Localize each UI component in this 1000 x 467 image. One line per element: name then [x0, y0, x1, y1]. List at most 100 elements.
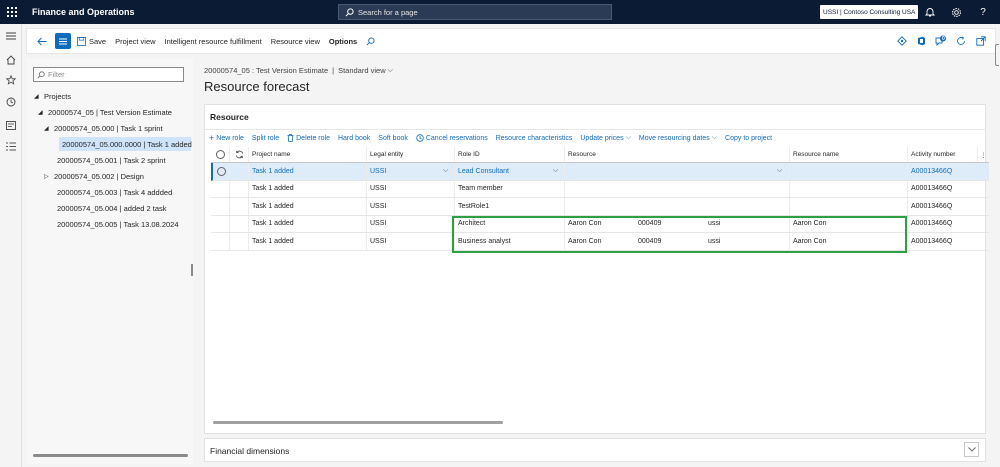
column-header-role-id[interactable]: Role ID: [454, 147, 564, 162]
cell-project-name[interactable]: Task 1 added: [248, 163, 366, 180]
project-view-tab[interactable]: Project view: [115, 37, 155, 46]
clock-icon[interactable]: [3, 94, 19, 110]
tree-node-05-002[interactable]: ▷ 20000574_05.002 | Design: [44, 169, 144, 183]
cell-role-id[interactable]: Team member: [454, 180, 564, 197]
select-all-radio[interactable]: [211, 147, 229, 162]
app-launcher-icon[interactable]: [0, 0, 24, 24]
column-header-resource[interactable]: Resource: [564, 147, 789, 162]
resource-view-tab[interactable]: Resource view: [271, 37, 320, 46]
side-panel-tab[interactable]: [995, 44, 999, 66]
cell-role-id[interactable]: Lead Consultant ⌵: [454, 163, 564, 180]
delete-role-button[interactable]: Delete role: [287, 134, 330, 142]
chevron-down-icon[interactable]: [964, 442, 979, 457]
cell-activity-number[interactable]: A00013466Q: [907, 198, 989, 215]
expanded-arrow-icon[interactable]: ◢: [34, 93, 44, 100]
tree-horizontal-scrollbar[interactable]: [33, 454, 188, 457]
cell-legal-entity[interactable]: USSI: [366, 233, 454, 250]
new-role-button[interactable]: + New role: [209, 133, 244, 143]
row-select-cell[interactable]: [211, 216, 229, 233]
view-selector[interactable]: Standard view ⌵: [338, 66, 393, 75]
tree-node-projects[interactable]: ◢ Projects: [34, 89, 71, 103]
help-icon[interactable]: ?: [975, 4, 991, 20]
split-role-button[interactable]: Split role: [252, 135, 279, 142]
tree-node-05-000-0000[interactable]: 20000574_05.000.0000 | Task 1 added: [59, 137, 192, 151]
grid-refresh-icon[interactable]: [229, 147, 248, 162]
modules-list-icon[interactable]: [3, 138, 19, 154]
collapsed-arrow-icon[interactable]: ▷: [44, 173, 54, 180]
expanded-arrow-icon[interactable]: ◢: [38, 109, 48, 116]
bell-icon[interactable]: [922, 4, 938, 20]
office-icon[interactable]: [913, 33, 929, 49]
options-tab[interactable]: Options: [329, 37, 357, 46]
grid-horizontal-scrollbar[interactable]: [213, 421, 503, 424]
diamond-icon[interactable]: [894, 33, 910, 49]
cell-project-name[interactable]: Task 1 added: [248, 180, 366, 197]
chevron-down-icon[interactable]: ⌵: [553, 167, 558, 175]
star-icon[interactable]: [3, 72, 19, 88]
cell-activity-number[interactable]: A00013466Q: [907, 215, 989, 232]
tree-node-20000574-05[interactable]: ◢ 20000574_05 | Test Version Estimate: [34, 105, 172, 119]
home-icon[interactable]: [3, 52, 19, 68]
table-row[interactable]: Task 1 added USSI Team member A00013466Q: [211, 180, 989, 198]
hard-book-button[interactable]: Hard book: [338, 135, 370, 142]
tree-node-05-005[interactable]: 20000574_05.005 | Task 13.08.2024: [57, 217, 179, 231]
tree-node-05-000[interactable]: ◢ 20000574_05.000 | Task 1 sprint: [44, 121, 163, 135]
save-button[interactable]: Save: [77, 37, 106, 46]
move-resourcing-dates-dropdown[interactable]: Move resourcing dates ⌵: [639, 134, 717, 142]
message-badge-icon[interactable]: 0: [933, 33, 949, 49]
column-header-resource-name[interactable]: Resource name: [789, 147, 907, 162]
filter-input[interactable]: Filter: [33, 67, 184, 82]
company-picker[interactable]: USSI | Contoso Consulting USA: [820, 5, 919, 19]
cell-resource[interactable]: ⌵: [564, 163, 789, 180]
row-select-cell[interactable]: [211, 181, 229, 198]
action-search-icon[interactable]: [366, 36, 375, 46]
cell-project-name[interactable]: Task 1 added: [248, 198, 366, 215]
search-box[interactable]: Search for a page: [338, 4, 612, 20]
copy-to-project-button[interactable]: Copy to project: [725, 135, 772, 142]
table-row[interactable]: Task 1 added USSI TestRole1 A00013466Q: [211, 198, 989, 216]
row-select-cell[interactable]: [211, 233, 229, 250]
cell-legal-entity[interactable]: USSI: [366, 215, 454, 232]
cell-legal-entity[interactable]: USSI: [366, 198, 454, 215]
column-options-icon[interactable]: ⋮: [977, 147, 989, 162]
cell-role-id[interactable]: TestRole1: [454, 198, 564, 215]
column-header-project-name[interactable]: Project name: [248, 147, 366, 162]
cell-resource[interactable]: [564, 180, 789, 197]
column-header-activity-number[interactable]: Activity number: [907, 147, 977, 162]
open-new-window-icon[interactable]: [973, 33, 989, 49]
workspace-icon[interactable]: [3, 117, 19, 133]
back-arrow-icon[interactable]: [33, 32, 51, 50]
cell-legal-entity[interactable]: USSI ⌵: [366, 163, 454, 180]
cell-activity-number[interactable]: A00013466Q: [907, 163, 989, 180]
expanded-arrow-icon[interactable]: ◢: [44, 125, 54, 132]
tree-node-05-004[interactable]: 20000574_05.004 | added 2 task: [57, 201, 167, 215]
cancel-reservations-button[interactable]: Cancel reservations: [416, 134, 488, 142]
cell-legal-entity[interactable]: USSI: [366, 180, 454, 197]
tree-node-05-001[interactable]: 20000574_05.001 | Task 2 sprint: [57, 153, 166, 167]
cell-resource[interactable]: [564, 198, 789, 215]
soft-book-button[interactable]: Soft book: [378, 135, 408, 142]
table-row[interactable]: Task 1 added USSI ⌵ Lead Consultant ⌵ ⌵ …: [211, 163, 989, 181]
hamburger-icon[interactable]: [3, 28, 19, 44]
column-header-legal-entity[interactable]: Legal entity: [366, 147, 454, 162]
financial-dimensions-section[interactable]: Financial dimensions: [204, 438, 986, 462]
financial-dimensions-title[interactable]: Financial dimensions: [210, 446, 289, 456]
chevron-down-icon[interactable]: ⌵: [443, 167, 448, 175]
panel-splitter-handle[interactable]: [191, 264, 193, 276]
gear-icon[interactable]: [948, 4, 964, 20]
chevron-down-icon[interactable]: ⌵: [777, 167, 782, 175]
resource-characteristics-button[interactable]: Resource characteristics: [496, 135, 573, 142]
cell-project-name[interactable]: Task 1 added: [248, 215, 366, 232]
app-title[interactable]: Finance and Operations: [32, 7, 135, 17]
cell-activity-number[interactable]: A00013466Q: [907, 233, 989, 250]
update-prices-dropdown[interactable]: Update prices ⌵: [580, 134, 631, 142]
cell-project-name[interactable]: Task 1 added: [248, 233, 366, 250]
refresh-icon[interactable]: [953, 33, 969, 49]
resource-section-title[interactable]: Resource: [210, 112, 249, 122]
action-pane-menu-icon[interactable]: [55, 33, 71, 49]
row-select-cell[interactable]: [211, 198, 229, 215]
intelligent-resource-fulfillment-tab[interactable]: Intelligent resource fulfillment: [165, 37, 262, 46]
row-select-radio[interactable]: [213, 163, 229, 180]
tree-node-05-003[interactable]: 20000574_05.003 | Task 4 addded: [57, 185, 172, 199]
cell-activity-number[interactable]: A00013466Q: [907, 180, 989, 197]
